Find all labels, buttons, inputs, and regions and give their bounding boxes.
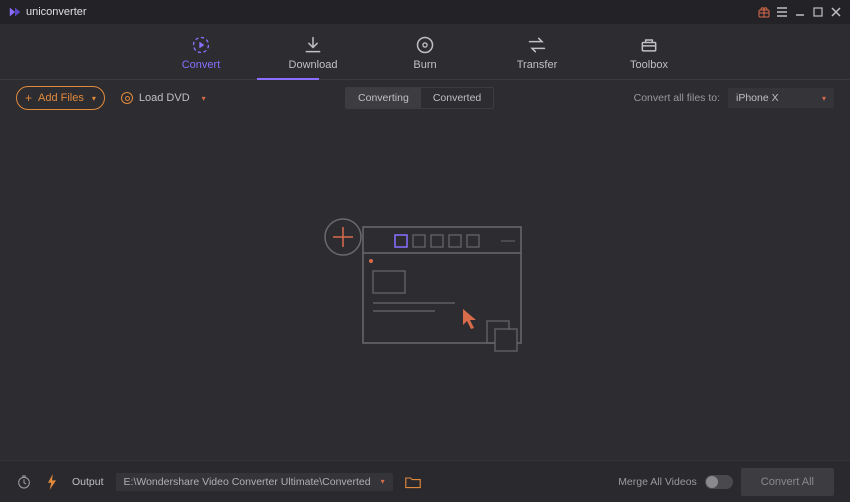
convert-all-button[interactable]: Convert All [741,468,834,496]
open-folder-icon[interactable] [405,475,421,489]
app-brand: uniconverter [26,6,87,18]
minimize-icon[interactable] [794,6,806,18]
gift-icon[interactable] [758,6,770,18]
segment-converted[interactable]: Converted [421,88,493,108]
convert-all-to: Convert all files to: iPhone X ▾ [634,88,834,108]
close-icon[interactable] [830,6,842,18]
output-path-box[interactable]: E:\Wondershare Video Converter Ultimate\… [116,473,393,491]
transfer-icon [527,35,547,55]
gpu-accel-icon[interactable] [44,474,60,490]
empty-stage[interactable] [0,116,850,460]
load-dvd-button[interactable]: Load DVD ▾ [121,92,206,104]
chevron-down-icon: ▾ [822,94,826,103]
chevron-down-icon: ▾ [202,94,206,103]
burn-icon [415,35,435,55]
tab-burn[interactable]: Burn [395,35,455,79]
output-label: Output [72,476,104,488]
dropzone-illustration [315,213,535,363]
disc-icon [121,92,133,104]
chevron-down-icon: ▾ [92,94,96,103]
schedule-icon[interactable] [16,474,32,490]
tab-toolbox[interactable]: Toolbox [619,35,679,79]
merge-label: Merge All Videos [618,476,697,488]
tab-underline [257,78,319,80]
chevron-down-icon: ▾ [381,477,385,486]
download-icon [303,35,323,55]
segment-converting[interactable]: Converting [346,88,421,108]
toolbox-icon [639,35,659,55]
convert-icon [191,35,211,55]
titlebar: uniconverter [0,0,850,24]
maximize-icon[interactable] [812,6,824,18]
output-path: E:\Wondershare Video Converter Ultimate\… [124,476,371,488]
toolbar: + Add Files ▾ Load DVD ▾ Converting Conv… [0,80,850,116]
logo-icon [8,5,22,19]
device-select[interactable]: iPhone X ▾ [728,88,834,108]
bottom-bar: Output E:\Wondershare Video Converter Ul… [0,460,850,502]
app-logo: uniconverter [8,5,87,19]
tab-convert[interactable]: Convert [171,35,231,79]
status-segment: Converting Converted [345,87,494,109]
tab-transfer[interactable]: Transfer [507,35,567,79]
plus-icon: + [25,92,32,104]
main-tabs: Convert Download Burn Transfer Toolbox [0,24,850,80]
merge-toggle[interactable] [705,475,733,489]
menu-icon[interactable] [776,6,788,18]
add-files-button[interactable]: + Add Files ▾ [16,86,105,110]
tab-download[interactable]: Download [283,35,343,79]
